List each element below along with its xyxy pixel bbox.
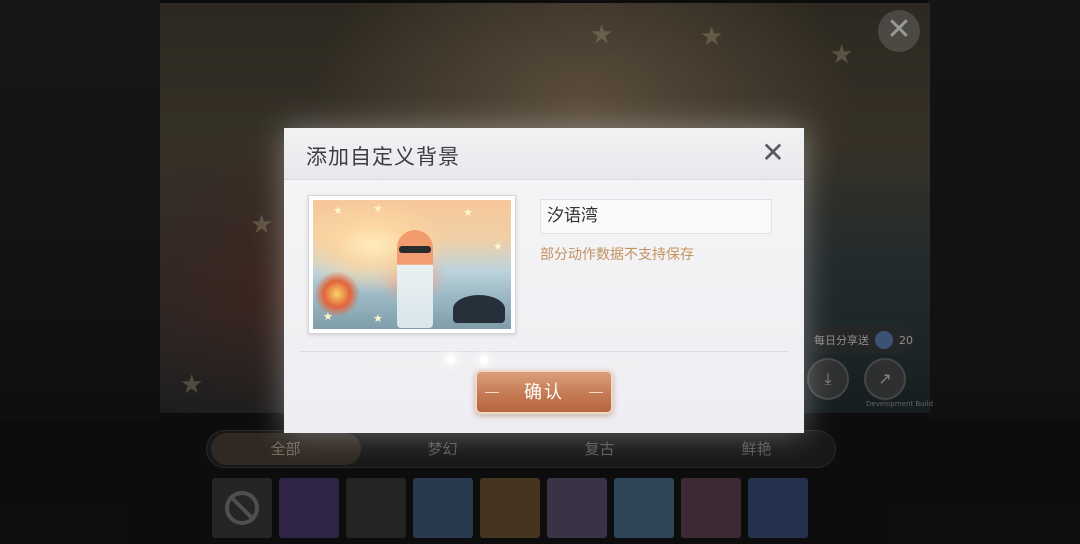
button-ornament bbox=[589, 392, 603, 393]
dialog-title: 添加自定义背景 bbox=[306, 145, 460, 169]
fireworks-graphic bbox=[315, 270, 359, 318]
close-icon: ✕ bbox=[761, 136, 785, 169]
confirm-button[interactable]: 确认 bbox=[475, 370, 613, 414]
confirm-button-label: 确认 bbox=[524, 382, 564, 403]
dialog-divider bbox=[300, 351, 788, 352]
dialog-header: 添加自定义背景 ✕ bbox=[284, 128, 804, 180]
background-preview: ★ ★ ★ ★ ★ ★ bbox=[308, 195, 516, 334]
save-warning-text: 部分动作数据不支持保存 bbox=[540, 247, 694, 263]
character-figure bbox=[397, 230, 433, 328]
sparkle-decoration bbox=[480, 356, 488, 364]
add-custom-background-dialog: 添加自定义背景 ✕ ★ ★ ★ ★ ★ ★ 汐语湾 部分动作数据不支持保存 确认 bbox=[284, 128, 804, 433]
background-name-field[interactable]: 汐语湾 bbox=[540, 199, 772, 234]
star-decoration: ★ bbox=[333, 204, 343, 217]
star-decoration: ★ bbox=[373, 202, 383, 215]
star-decoration: ★ bbox=[373, 312, 383, 325]
sunglasses-graphic bbox=[399, 246, 431, 253]
star-decoration: ★ bbox=[493, 240, 503, 253]
boat-graphic bbox=[453, 295, 505, 323]
star-decoration: ★ bbox=[463, 206, 473, 219]
sparkle-decoration bbox=[447, 355, 455, 363]
button-ornament bbox=[485, 392, 499, 393]
dialog-close-button[interactable]: ✕ bbox=[758, 138, 788, 168]
preview-image: ★ ★ ★ ★ ★ ★ bbox=[313, 200, 511, 329]
star-decoration: ★ bbox=[323, 310, 333, 323]
